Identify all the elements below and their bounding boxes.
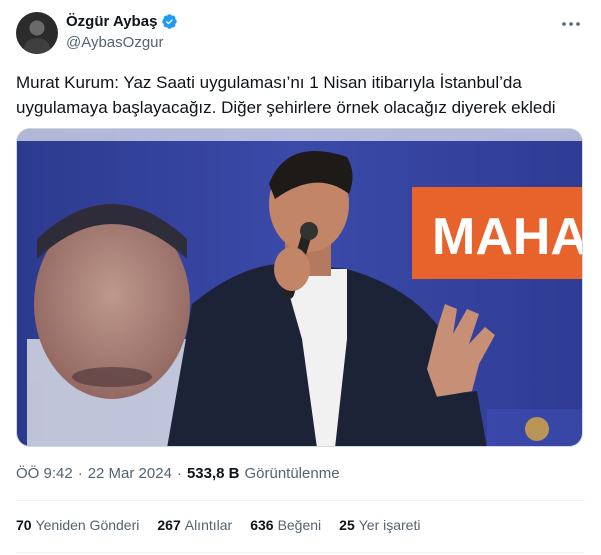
author-name-row: Özgür Aybaş [66, 13, 178, 30]
author-handle[interactable]: @AybasOzgur [66, 34, 164, 51]
quotes-count: 267 [157, 517, 181, 533]
views-label: Görüntülenme [244, 465, 340, 482]
bookmarks-stat[interactable]: 25 Yer işareti [339, 517, 420, 533]
verified-badge-icon [162, 14, 178, 29]
quotes-label: Alıntılar [184, 517, 233, 533]
quotes-stat[interactable]: 267 Alıntılar [157, 517, 232, 533]
tweet-image[interactable]: MAHA [16, 128, 583, 447]
tweet-text: Murat Kurum: Yaz Saati uygulaması’nı 1 N… [16, 73, 556, 117]
avatar[interactable] [16, 12, 58, 54]
tweet-time[interactable]: ÖÖ 9:42 [16, 465, 73, 482]
tweet-date[interactable]: 22 Mar 2024 [88, 465, 172, 482]
likes-stat[interactable]: 636 Beğeni [250, 517, 321, 533]
meta-separator: · [77, 465, 83, 482]
retweets-label: Yeniden Gönderi [35, 517, 140, 533]
engagement-stats: 70 Yeniden Gönderi 267 Alıntılar 636 Beğ… [16, 517, 420, 533]
banner: MAHA [412, 187, 583, 279]
tweet-meta: ÖÖ 9:42 · 22 Mar 2024 · 533,8 B Görüntül… [16, 465, 340, 482]
divider [16, 552, 585, 553]
author-name[interactable]: Özgür Aybaş [66, 13, 157, 30]
banner-text: MAHA [432, 208, 583, 266]
divider [16, 500, 585, 501]
retweets-stat[interactable]: 70 Yeniden Gönderi [16, 517, 139, 533]
likes-count: 636 [250, 517, 274, 533]
poster-face [27, 204, 197, 446]
likes-label: Beğeni [277, 517, 322, 533]
bookmarks-label: Yer işareti [358, 517, 421, 533]
more-options-icon[interactable] [559, 12, 583, 36]
tweet: Özgür Aybaş @AybasOzgur Murat Kurum: Yaz… [0, 0, 601, 555]
meta-separator: · [176, 465, 182, 482]
retweets-count: 70 [16, 517, 32, 533]
views-count: 533,8 B [186, 465, 240, 482]
bookmarks-count: 25 [339, 517, 355, 533]
